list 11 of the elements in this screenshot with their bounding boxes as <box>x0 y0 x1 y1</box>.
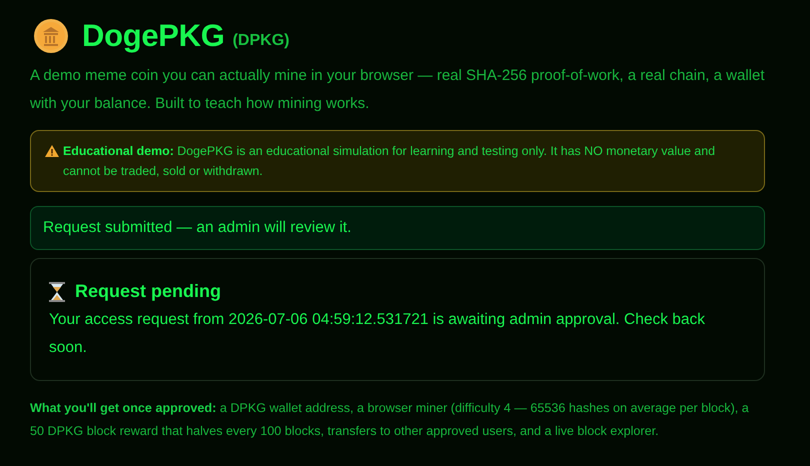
coin-icon <box>34 19 68 53</box>
pending-title: Request pending <box>75 281 222 302</box>
app-title: DogePKG <box>82 18 225 54</box>
warning-icon <box>45 145 59 157</box>
approval-info-text: What you'll get once approved: a DPKG wallet address, a browser miner (difficulty 4 — 65536 hashes on average per block), a 50 DPKG block reward that halves every 100 blocks, transfers to other approved users, and a live block explorer. <box>30 400 750 440</box>
pending-text: Your access request from 2026-07-06 04:59:12.531721 is awaiting admin approval. Check back soon. <box>49 310 706 358</box>
hourglass-icon <box>49 282 65 302</box>
intro-text: A demo meme coin you can actually mine in your browser — real SHA-256 proof-of-work, a real chain, a wallet with your balance. Built to teach how mining works. <box>30 66 765 114</box>
warning-text: Educational demo: DogePKG is an educational simulation for learning and testing only. It has NO monetary value and cannot be traded, sold or withdrawn. <box>63 143 716 180</box>
success-notice: Request submitted — an admin will review it. <box>30 206 765 250</box>
ticker-label: (DPKG) <box>232 32 290 50</box>
